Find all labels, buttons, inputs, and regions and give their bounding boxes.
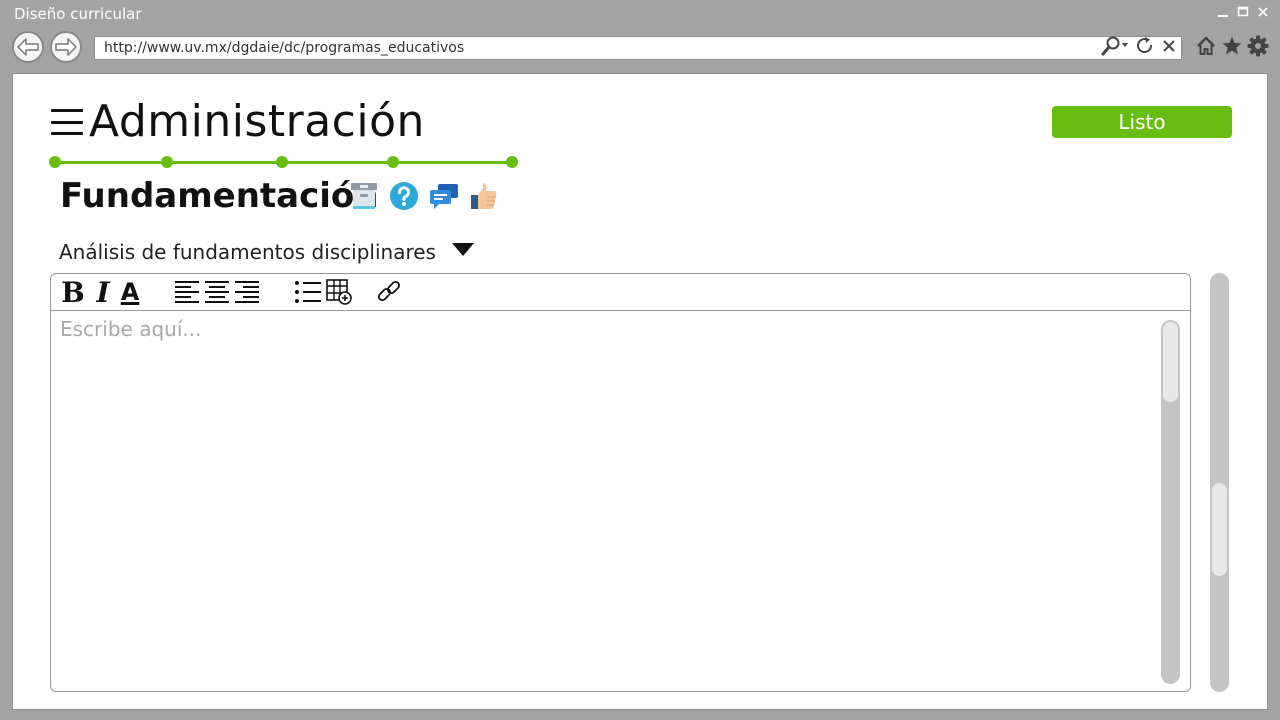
thumbs-up-icon[interactable] — [469, 181, 499, 211]
done-button[interactable]: Listo — [1052, 106, 1232, 138]
rich-text-editor[interactable]: B I A Escribe aquí... — [50, 273, 1191, 692]
editor-scrollbar-thumb[interactable] — [1163, 322, 1178, 402]
back-icon — [17, 38, 39, 56]
italic-button[interactable]: I — [90, 276, 116, 309]
align-right-icon[interactable] — [234, 276, 260, 308]
section-title: Fundamentación — [60, 176, 379, 216]
maximize-icon[interactable] — [1236, 4, 1250, 22]
step-dot-1[interactable] — [49, 156, 61, 168]
comments-icon[interactable] — [429, 181, 459, 211]
back-button[interactable] — [12, 31, 44, 63]
close-window-icon[interactable] — [1256, 4, 1270, 22]
editor-text-area[interactable]: Escribe aquí... — [51, 312, 1190, 691]
step-dot-3[interactable] — [276, 156, 288, 168]
minimize-icon[interactable] — [1216, 4, 1230, 22]
home-icon[interactable] — [1195, 35, 1217, 62]
window-controls — [1216, 4, 1270, 22]
forward-icon — [55, 38, 77, 56]
page-title: Administración — [89, 96, 425, 147]
menu-icon[interactable] — [51, 109, 83, 135]
step-dot-2[interactable] — [161, 156, 173, 168]
topic-dropdown[interactable]: Análisis de fundamentos disciplinares — [59, 240, 474, 264]
text-color-button[interactable]: A — [116, 276, 144, 308]
bold-button[interactable]: B — [60, 276, 86, 309]
editor-scrollbar[interactable] — [1161, 320, 1180, 684]
bullet-list-icon[interactable] — [294, 276, 322, 308]
align-left-icon[interactable] — [174, 276, 200, 308]
editor-toolbar: B I A — [51, 274, 1190, 311]
page-content: Administración Listo Fundamentación Anál… — [12, 73, 1268, 710]
address-bar[interactable]: http://www.uv.mx/dgdaie/dc/programas_edu… — [94, 36, 1182, 60]
search-icon[interactable] — [1101, 36, 1129, 61]
url-text[interactable]: http://www.uv.mx/dgdaie/dc/programas_edu… — [104, 40, 464, 56]
archive-icon[interactable] — [349, 181, 379, 211]
stop-icon[interactable] — [1161, 38, 1177, 59]
gear-icon[interactable] — [1247, 35, 1269, 62]
progress-stepper — [49, 156, 521, 168]
page-scrollbar[interactable] — [1210, 273, 1229, 692]
forward-button[interactable] — [50, 31, 82, 63]
chevron-down-icon[interactable] — [451, 242, 474, 262]
dropdown-selected-label: Análisis de fundamentos disciplinares — [59, 240, 436, 264]
editor-placeholder: Escribe aquí... — [60, 317, 202, 341]
refresh-icon[interactable] — [1135, 36, 1155, 61]
star-icon[interactable] — [1221, 35, 1243, 62]
window-title: Diseño curricular — [14, 5, 142, 23]
step-dot-5[interactable] — [506, 156, 518, 168]
link-icon[interactable] — [376, 276, 402, 308]
align-center-icon[interactable] — [204, 276, 230, 308]
step-dot-4[interactable] — [387, 156, 399, 168]
help-icon[interactable] — [389, 181, 419, 211]
page-scrollbar-thumb[interactable] — [1212, 483, 1227, 576]
insert-table-icon[interactable] — [326, 276, 352, 308]
